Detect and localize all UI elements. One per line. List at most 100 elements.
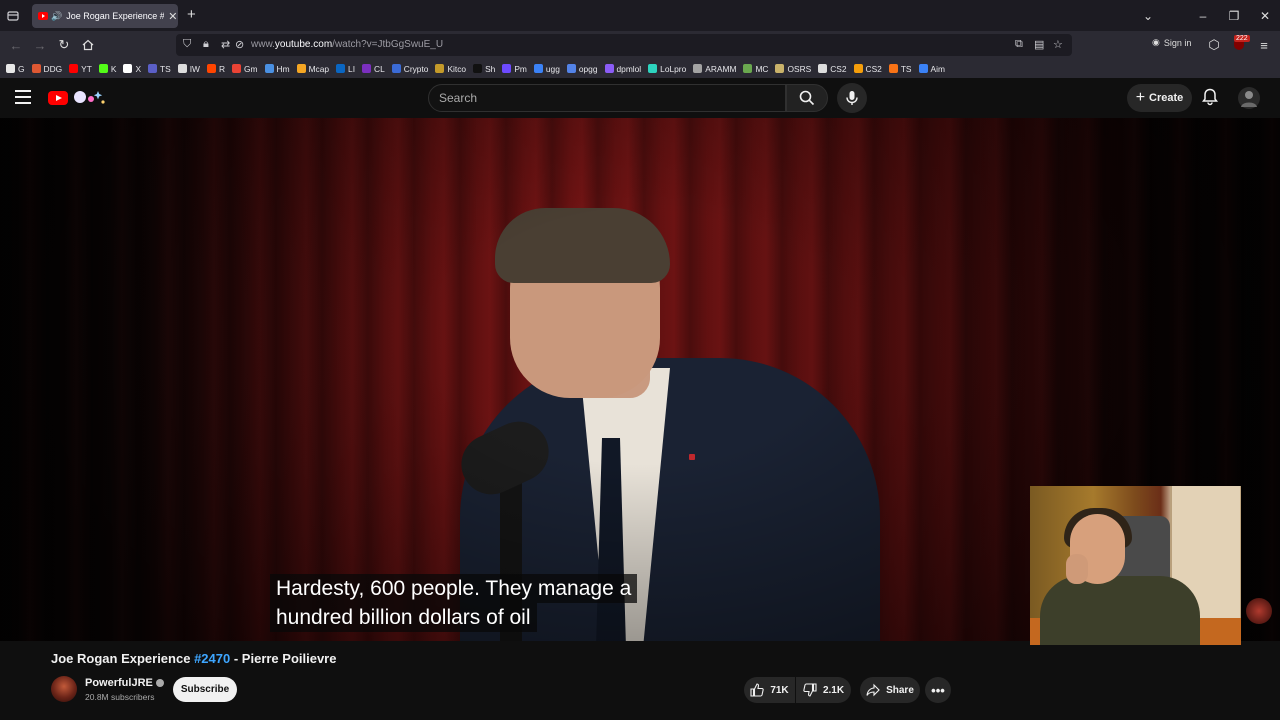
video-title: Joe Rogan Experience #2470 - Pierre Poil… <box>51 651 337 666</box>
bookmark-favicon-icon <box>296 64 306 73</box>
subscribe-button[interactable]: Subscribe <box>173 677 237 702</box>
home-icon[interactable] <box>77 31 99 59</box>
bookmark-item[interactable]: ugg <box>533 64 560 74</box>
subscriber-count: 20.8M subscribers <box>85 692 155 702</box>
bookmark-item[interactable]: X <box>123 64 141 74</box>
speaker-icon[interactable]: 🔊 <box>51 11 62 22</box>
search-button[interactable] <box>786 84 828 112</box>
close-window-icon[interactable]: ✕ <box>1250 0 1280 31</box>
bookmark-item[interactable]: Kitco <box>435 64 466 74</box>
bookmark-item[interactable]: R <box>206 64 225 74</box>
like-button[interactable]: 71K <box>744 677 795 703</box>
bookmark-favicon-icon <box>818 64 828 73</box>
bookmark-item[interactable]: Aim <box>918 64 945 74</box>
bookmarks-bar: G DDG YT K X TS IW R Gm Hm Mcap LI CL Crypto Kitco Sh Pm… <box>0 59 1280 78</box>
browser-tab-active[interactable]: 🔊 Joe Rogan Experience #2470 ✕ <box>32 4 178 28</box>
reader-view-icon[interactable]: ▤ <box>1034 38 1044 51</box>
bookmark-item[interactable]: IW <box>177 64 200 74</box>
guide-menu-icon[interactable] <box>15 90 31 104</box>
bookmark-favicon-icon <box>31 64 41 73</box>
shield-icon[interactable]: ⛉ <box>183 38 191 51</box>
bookmark-item[interactable]: LI <box>336 64 355 74</box>
plus-icon: + <box>1135 89 1146 106</box>
more-actions-button[interactable]: ••• <box>925 677 951 703</box>
sign-in-button[interactable]: ◉ Sign in <box>1152 37 1191 48</box>
bookmark-item[interactable]: Pm <box>502 64 527 74</box>
notifications-bell-icon[interactable] <box>1200 87 1220 107</box>
more-icon: ••• <box>931 682 945 698</box>
autoplay-blocked-icon[interactable]: ⊘ <box>235 38 244 51</box>
bookmark-item[interactable]: Crypto <box>391 64 428 74</box>
bookmark-item[interactable]: TS <box>888 64 912 74</box>
hashtag-link[interactable]: #2470 <box>194 651 230 666</box>
bookmark-favicon-icon <box>533 64 543 73</box>
bookmark-favicon-icon <box>206 64 216 73</box>
bookmark-item[interactable]: Sh <box>473 64 495 74</box>
tab-list-icon[interactable] <box>0 0 26 31</box>
channel-name-link[interactable]: PowerfulJRE <box>85 677 164 689</box>
dislike-button[interactable]: 2.1K <box>796 677 851 703</box>
lock-icon[interactable]: 🔒︎ <box>203 38 209 51</box>
search-icon <box>799 90 815 106</box>
bookmark-item[interactable]: Hm <box>264 64 290 74</box>
picture-in-picture-icon[interactable]: ⧉ <box>1015 38 1023 51</box>
voice-search-button[interactable] <box>837 83 867 113</box>
bookmark-item[interactable]: CS2 <box>818 63 847 74</box>
bookmark-item[interactable]: Mcap <box>296 64 329 74</box>
bookmark-item[interactable]: opgg <box>566 64 598 74</box>
permissions-icon[interactable]: ⇄ <box>221 38 230 51</box>
bookmark-item[interactable]: G <box>6 64 25 74</box>
share-button[interactable]: Share <box>860 677 920 703</box>
search-input[interactable] <box>439 85 769 111</box>
bookmark-label: CS2 <box>830 63 847 74</box>
bookmark-favicon-icon <box>743 64 753 73</box>
channel-watermark[interactable] <box>1246 598 1272 624</box>
doodle-sparkle-icon[interactable] <box>72 88 106 106</box>
back-icon[interactable]: ← <box>5 31 27 59</box>
bookmark-item[interactable]: dpmlol <box>604 64 641 74</box>
bookmark-favicon-icon <box>566 64 576 73</box>
create-button[interactable]: + Create <box>1127 84 1192 112</box>
bookmark-label: CL <box>374 63 385 74</box>
reload-icon[interactable]: ↻ <box>53 31 75 59</box>
new-tab-icon[interactable]: + <box>187 6 196 23</box>
bookmark-favicon-icon <box>148 64 158 73</box>
list-all-tabs-icon[interactable]: ⌄ <box>1133 0 1163 31</box>
account-icon: ◉ <box>1152 37 1160 47</box>
youtube-logo[interactable] <box>48 91 68 105</box>
bookmark-item[interactable]: CS2 <box>853 64 882 74</box>
bookmark-label: YT <box>81 63 92 74</box>
youtube-header: + Create <box>0 78 1280 118</box>
bookmark-item[interactable]: MC <box>743 64 768 74</box>
bookmark-favicon-icon <box>391 64 401 73</box>
bookmark-label: LI <box>348 63 356 74</box>
minimize-icon[interactable]: – <box>1188 0 1218 31</box>
bookmark-item[interactable]: OSRS <box>775 64 811 74</box>
bookmark-item[interactable]: ARAMM <box>693 64 736 74</box>
menu-icon[interactable]: ≡ <box>1253 31 1275 59</box>
bookmark-item[interactable]: K <box>98 63 117 74</box>
user-avatar[interactable] <box>1238 87 1260 109</box>
close-tab-icon[interactable]: ✕ <box>168 10 177 23</box>
webcam-overlay <box>1030 486 1241 645</box>
restore-icon[interactable]: ❐ <box>1219 0 1249 31</box>
bookmark-item[interactable]: Gm <box>232 64 258 74</box>
forward-icon[interactable]: → <box>29 31 51 59</box>
captions: Hardesty, 600 people. They manage a hund… <box>270 574 638 632</box>
bookmark-item[interactable]: DDG <box>31 64 62 74</box>
address-bar[interactable]: ⛉ 🔒︎ ⇄ ⊘ www.youtube.com/watch?v=JtbGgSw… <box>176 34 1072 56</box>
bookmark-star-icon[interactable]: ☆ <box>1053 38 1063 51</box>
bookmark-item[interactable]: TS <box>148 64 171 74</box>
youtube-favicon-icon <box>38 12 48 20</box>
channel-avatar[interactable] <box>51 676 77 702</box>
bookmark-favicon-icon <box>604 64 614 73</box>
url-text[interactable]: www.youtube.com/watch?v=JtbGgSwuE_U <box>251 39 443 50</box>
extensions-icon[interactable]: ⬡ <box>1203 31 1225 59</box>
bookmark-favicon-icon <box>853 64 863 73</box>
bookmark-label: K <box>110 63 117 74</box>
bookmark-favicon-icon <box>775 64 785 73</box>
bookmark-item[interactable]: CL <box>362 64 385 74</box>
bookmark-label: OSRS <box>787 63 812 74</box>
bookmark-item[interactable]: YT <box>69 64 92 74</box>
bookmark-item[interactable]: LoLpro <box>648 64 686 74</box>
